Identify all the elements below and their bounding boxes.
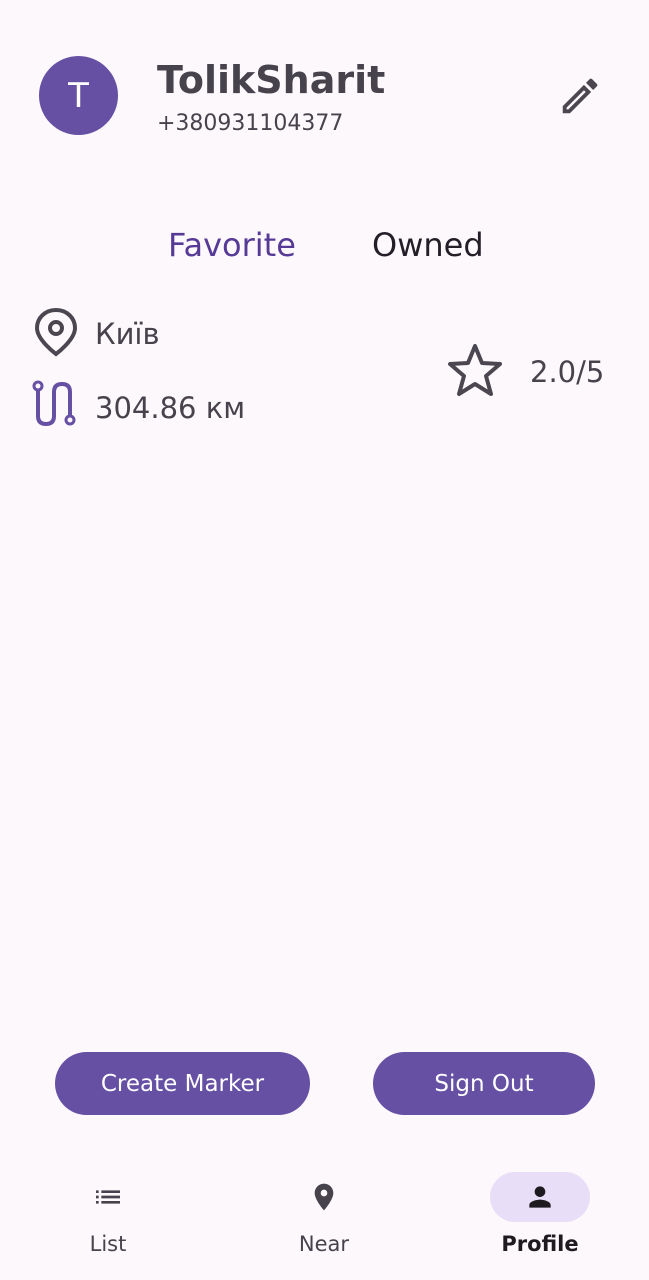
nav-near-label: Near xyxy=(298,1232,350,1256)
nav-item-list[interactable]: List xyxy=(48,1172,168,1258)
location-name: Київ xyxy=(95,317,160,351)
avatar-initial: T xyxy=(68,75,89,116)
pencil-icon xyxy=(562,78,598,114)
avatar: T xyxy=(39,56,118,135)
username: TolikSharit xyxy=(157,58,386,102)
nav-profile-label: Profile xyxy=(501,1232,579,1256)
create-marker-button[interactable]: Create Marker xyxy=(55,1052,310,1115)
nav-list-label: List xyxy=(89,1232,127,1256)
distance: 304.86 км xyxy=(95,391,246,425)
route-icon xyxy=(32,380,76,427)
tab-owned[interactable]: Owned xyxy=(372,222,484,268)
sign-out-button[interactable]: Sign Out xyxy=(373,1052,595,1115)
location-outline-icon xyxy=(34,307,78,357)
star-outline-icon xyxy=(448,344,502,396)
location-pin-icon xyxy=(314,1183,334,1211)
edit-profile-button[interactable] xyxy=(555,72,605,120)
nav-list-indicator xyxy=(58,1172,158,1222)
person-icon xyxy=(529,1186,551,1208)
nav-item-profile[interactable]: Profile xyxy=(480,1172,600,1258)
tab-favorite[interactable]: Favorite xyxy=(168,222,296,268)
nav-near-indicator xyxy=(274,1172,374,1222)
rating: 2.0/5 xyxy=(530,355,605,389)
nav-item-near[interactable]: Near xyxy=(264,1172,384,1258)
nav-profile-indicator xyxy=(490,1172,590,1222)
phone-number: +380931104377 xyxy=(157,111,344,136)
list-icon xyxy=(96,1190,120,1204)
